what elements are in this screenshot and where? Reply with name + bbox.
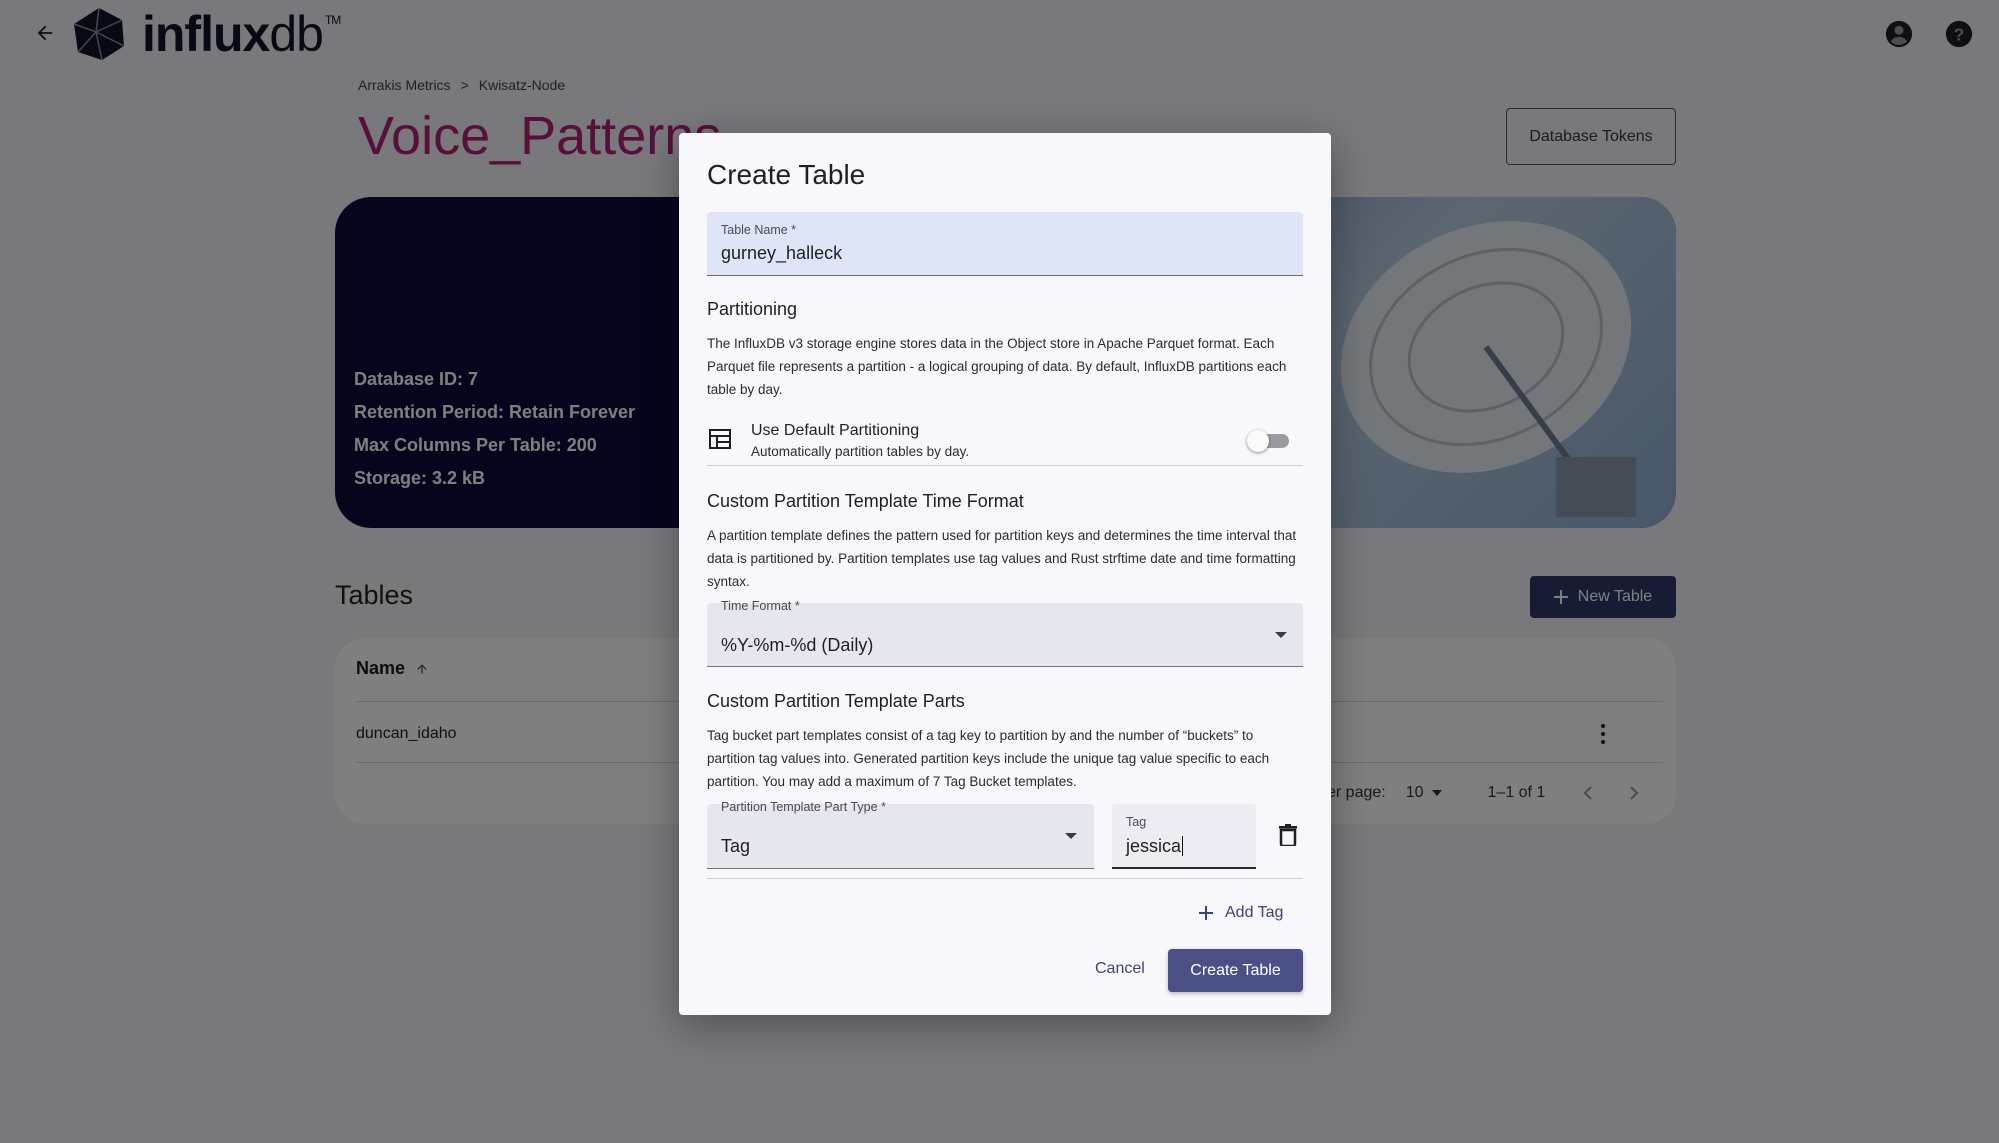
time-format-select[interactable]: Time Format * %Y-%m-%d (Daily) (707, 599, 1303, 667)
trash-icon (1279, 824, 1297, 846)
dropdown-arrow-icon (1275, 632, 1287, 638)
time-format-description: A partition template defines the pattern… (707, 528, 1297, 589)
tag-value: jessica (1126, 836, 1182, 856)
tag-label: Tag (1126, 815, 1147, 829)
partitioning-title: Partitioning (707, 299, 798, 319)
part-type-value: Tag (721, 836, 751, 856)
default-partitioning-title: Use Default Partitioning (751, 422, 920, 439)
time-format-label: Time Format * (721, 599, 800, 613)
part-type-select[interactable]: Partition Template Part Type * Tag (707, 800, 1094, 869)
part-type-label: Partition Template Part Type * (721, 800, 886, 814)
table-layout-icon (709, 429, 731, 449)
partitioning-description: The InfluxDB v3 storage engine stores da… (707, 336, 1287, 397)
text-caret (1182, 836, 1184, 856)
time-format-title: Custom Partition Template Time Format (707, 491, 1024, 511)
table-name-value: gurney_halleck (721, 243, 843, 263)
table-name-field[interactable]: Table Name * gurney_halleck (707, 212, 1303, 276)
cancel-button[interactable]: Cancel (1083, 949, 1157, 989)
add-tag-button[interactable]: Add Tag (1199, 899, 1283, 927)
table-name-label: Table Name * (721, 223, 797, 237)
dropdown-arrow-icon (1065, 833, 1077, 839)
delete-part-button[interactable] (1276, 822, 1300, 848)
default-partitioning-toggle[interactable] (1247, 430, 1291, 452)
template-parts-description: Tag bucket part templates consist of a t… (707, 728, 1270, 789)
tag-input[interactable]: Tag jessica (1112, 804, 1256, 869)
dialog-title: Create Table (707, 159, 866, 190)
plus-icon (1199, 906, 1213, 920)
add-tag-label: Add Tag (1225, 904, 1284, 921)
create-table-button[interactable]: Create Table (1168, 949, 1303, 992)
time-format-value: %Y-%m-%d (Daily) (721, 635, 874, 655)
parts-divider (707, 878, 1303, 879)
tag-value-wrap: jessica (1126, 836, 1184, 857)
default-partitioning-row: Use Default Partitioning Automatically p… (707, 416, 1303, 466)
template-parts-title: Custom Partition Template Parts (707, 691, 965, 711)
toggle-thumb (1247, 430, 1269, 452)
default-partitioning-subtitle: Automatically partition tables by day. (751, 444, 970, 459)
create-table-dialog: Create Table Table Name * gurney_halleck… (679, 133, 1331, 1015)
